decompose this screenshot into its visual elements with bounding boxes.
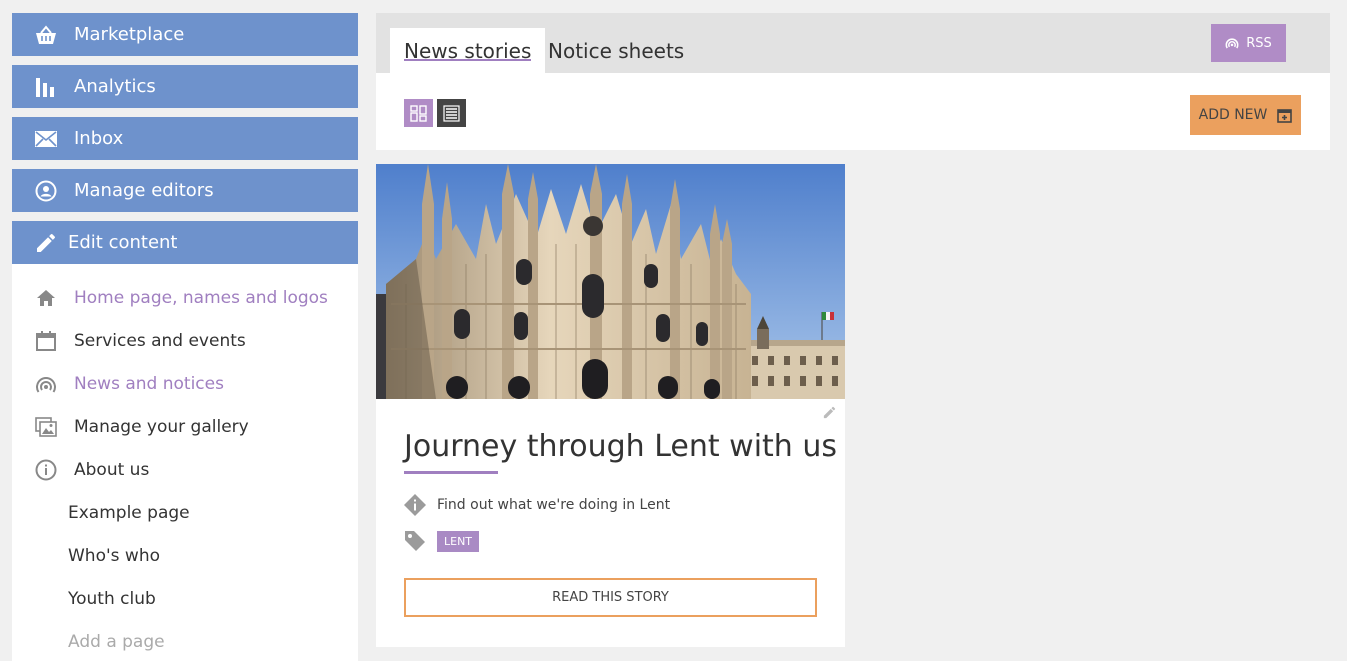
add-page-link[interactable]: Add a page: [12, 620, 358, 661]
tab-bar: News stories Notice sheets RSS: [376, 13, 1330, 73]
add-new-button[interactable]: ADD NEW: [1190, 95, 1301, 135]
tag-icon: [404, 530, 426, 552]
subnav-label: About us: [74, 459, 150, 480]
subnav-youth-club[interactable]: Youth club: [12, 577, 358, 620]
nav-label: Analytics: [74, 76, 156, 97]
subnav-label: Services and events: [74, 330, 246, 351]
subnav-about-us[interactable]: About us: [12, 448, 358, 491]
nav-edit-content[interactable]: Edit content: [12, 221, 358, 264]
nav-analytics[interactable]: Analytics: [12, 65, 358, 108]
calendar-icon: [34, 329, 58, 353]
list-view-button[interactable]: [437, 99, 466, 127]
tab-news-stories[interactable]: News stories: [390, 28, 546, 73]
story-summary-row: Find out what we're doing in Lent: [404, 494, 670, 516]
story-summary: Find out what we're doing in Lent: [437, 497, 671, 513]
nav-label: Manage editors: [74, 180, 214, 201]
info-diamond-icon: [404, 494, 426, 516]
nav-label: Inbox: [74, 128, 124, 149]
grid-view-button[interactable]: [404, 99, 433, 127]
nav-label: Marketplace: [74, 24, 185, 45]
subnav-news-notices[interactable]: News and notices: [12, 362, 358, 405]
subnav-label: Manage your gallery: [74, 416, 249, 437]
subnav-label: Home page, names and logos: [74, 287, 328, 308]
story-card: Journey through Lent with us Find out wh…: [376, 164, 845, 647]
nav-label: Edit content: [68, 232, 178, 253]
story-tags-row: LENT: [404, 530, 480, 552]
edit-pencil-icon[interactable]: [822, 405, 837, 424]
subnav-whos-who[interactable]: Who's who: [12, 534, 358, 577]
calendar-add-icon: [1277, 108, 1293, 123]
gallery-icon: [34, 415, 58, 439]
story-tag[interactable]: LENT: [437, 530, 480, 552]
rss-icon: [1225, 37, 1239, 49]
rss-label: RSS: [1246, 35, 1272, 51]
envelope-icon: [34, 127, 58, 151]
bar-chart-icon: [34, 75, 58, 99]
subnav-gallery[interactable]: Manage your gallery: [12, 405, 358, 448]
sidebar: Marketplace Analytics Inbox Manage edito…: [12, 13, 358, 661]
edit-content-submenu: Home page, names and logos Services and …: [12, 264, 358, 661]
nav-inbox[interactable]: Inbox: [12, 117, 358, 160]
add-new-label: ADD NEW: [1198, 107, 1268, 123]
info-circle-icon: [34, 458, 58, 482]
title-underline: [404, 471, 498, 474]
basket-icon: [34, 23, 58, 47]
view-toolbar: ADD NEW: [376, 73, 1330, 150]
story-title: Journey through Lent with us: [404, 429, 837, 464]
read-story-button[interactable]: READ THIS STORY: [404, 578, 817, 617]
rss-button[interactable]: RSS: [1211, 24, 1286, 62]
main-panel: News stories Notice sheets RSS ADD NEW: [376, 13, 1330, 150]
subnav-home-page[interactable]: Home page, names and logos: [12, 276, 358, 319]
list-view-icon: [443, 104, 460, 122]
pencil-icon: [34, 231, 58, 255]
nav-manage-editors[interactable]: Manage editors: [12, 169, 358, 212]
home-icon: [34, 286, 58, 310]
tab-notice-sheets[interactable]: Notice sheets: [534, 28, 698, 73]
subnav-services-events[interactable]: Services and events: [12, 319, 358, 362]
broadcast-icon: [34, 372, 58, 396]
subnav-label: News and notices: [74, 373, 224, 394]
nav-marketplace[interactable]: Marketplace: [12, 13, 358, 56]
grid-view-icon: [410, 104, 427, 122]
subnav-example-page[interactable]: Example page: [12, 491, 358, 534]
user-circle-icon: [34, 179, 58, 203]
story-image[interactable]: [376, 164, 845, 399]
